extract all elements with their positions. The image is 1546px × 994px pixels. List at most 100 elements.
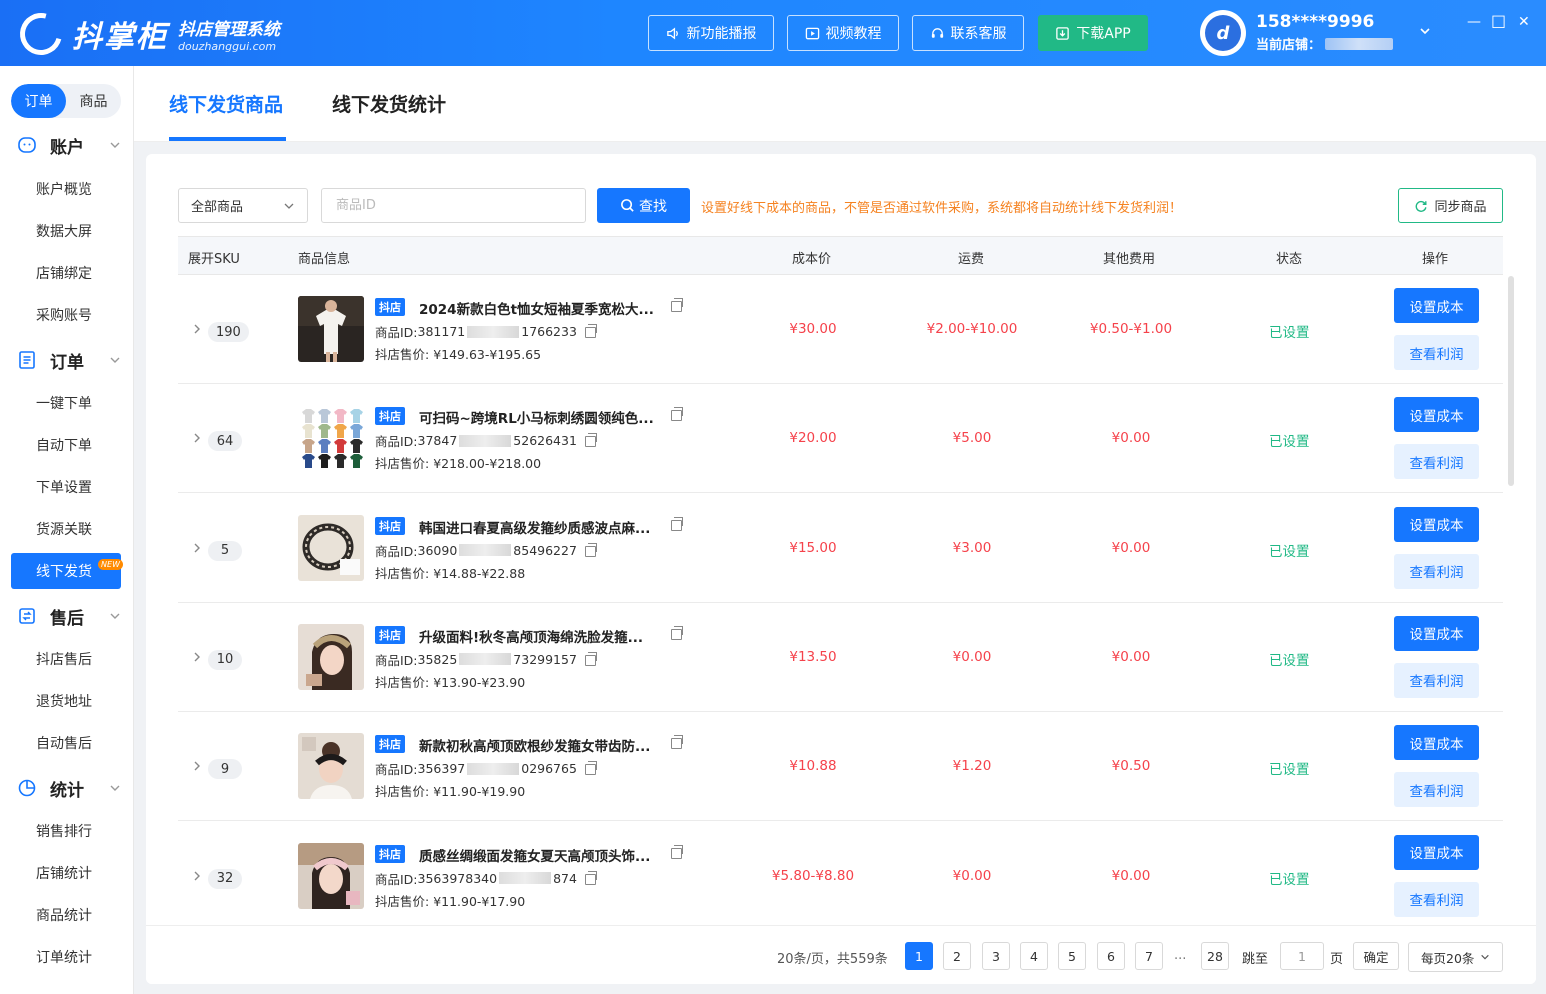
- set-cost-button[interactable]: 设置成本: [1394, 288, 1479, 323]
- product-filter-select[interactable]: 全部商品: [178, 188, 308, 223]
- set-cost-button[interactable]: 设置成本: [1394, 725, 1479, 761]
- sidebar-item-return-address[interactable]: 退货地址: [11, 683, 121, 719]
- sidebar-item-order-stats[interactable]: 订单统计: [11, 939, 121, 975]
- sidebar-item-account-overview[interactable]: 账户概览: [11, 171, 121, 207]
- product-title[interactable]: 新款初秋高颅顶欧根纱发箍女带齿防...: [419, 735, 662, 755]
- product-thumbnail[interactable]: [298, 842, 364, 909]
- page-2-button[interactable]: 2: [943, 942, 971, 970]
- close-icon[interactable]: ✕: [1518, 14, 1530, 30]
- copy-title-icon[interactable]: [671, 625, 683, 640]
- sidebar-item-data-screen[interactable]: 数据大屏: [11, 213, 121, 249]
- copy-id-icon[interactable]: [584, 651, 597, 666]
- avatar[interactable]: d: [1200, 10, 1246, 56]
- copy-title-icon[interactable]: [671, 844, 683, 859]
- chevron-down-icon: [1481, 954, 1490, 960]
- set-cost-button[interactable]: 设置成本: [1394, 397, 1479, 433]
- product-id: 商品ID: 3563978340 874: [375, 869, 597, 888]
- page-3-button[interactable]: 3: [982, 942, 1010, 970]
- view-profit-button[interactable]: 查看利润: [1394, 881, 1479, 917]
- sidebar-group-stats[interactable]: 统计: [0, 773, 134, 803]
- product-title[interactable]: 升级面料!秋冬高颅顶海绵洗脸发箍...: [419, 626, 662, 646]
- product-thumbnail[interactable]: [298, 514, 364, 581]
- product-thumbnail[interactable]: [298, 733, 364, 800]
- copy-id-icon[interactable]: [584, 542, 597, 557]
- product-title[interactable]: 质感丝绸缎面发箍女夏天高颅顶头饰...: [419, 845, 662, 865]
- chevron-right-icon[interactable]: [191, 432, 203, 444]
- view-profit-button[interactable]: 查看利润: [1394, 335, 1479, 370]
- sidebar-group-orders[interactable]: 订单: [0, 345, 134, 375]
- product-id-input[interactable]: [321, 188, 586, 223]
- chevron-right-icon[interactable]: [191, 760, 203, 772]
- search-button[interactable]: 查找: [597, 188, 690, 223]
- stats-icon: [18, 779, 36, 797]
- product-thumbnail[interactable]: [298, 296, 364, 362]
- view-profit-button[interactable]: 查看利润: [1394, 444, 1479, 480]
- jump-confirm-button[interactable]: 确定: [1353, 942, 1399, 970]
- sidebar-group-aftersale[interactable]: 售后: [0, 601, 134, 631]
- video-tutorial-button[interactable]: 视频教程: [787, 15, 899, 51]
- tab-offline-products[interactable]: 线下发货商品: [169, 90, 283, 117]
- speaker-icon: [666, 27, 678, 39]
- chevron-down-icon: [110, 785, 120, 791]
- set-cost-button[interactable]: 设置成本: [1394, 506, 1479, 542]
- copy-title-icon[interactable]: [671, 298, 683, 312]
- sidebar-item-source-link[interactable]: 货源关联: [11, 511, 121, 547]
- sidebar-item-one-click-order[interactable]: 一键下单: [11, 385, 121, 421]
- chevron-right-icon[interactable]: [191, 651, 203, 663]
- page-28-button[interactable]: 28: [1201, 942, 1229, 970]
- copy-id-icon[interactable]: [584, 433, 597, 448]
- new-features-button[interactable]: 新功能播报: [648, 15, 774, 51]
- sidebar-item-order-settings[interactable]: 下单设置: [11, 469, 121, 505]
- chevron-right-icon[interactable]: [191, 323, 203, 335]
- download-app-button[interactable]: 下载APP: [1038, 15, 1148, 51]
- table-row: 9 抖店 新款初秋高颅顶欧根纱发箍女带齿防... 商品ID: 356397 029…: [178, 712, 1503, 822]
- page-6-button[interactable]: 6: [1097, 942, 1125, 970]
- per-page-select[interactable]: 每页20条: [1408, 942, 1503, 972]
- copy-title-icon[interactable]: [671, 516, 683, 531]
- sidebar-item-shop-binding[interactable]: 店铺绑定: [11, 255, 121, 291]
- other-fees: ¥0.00: [1111, 430, 1151, 447]
- maximize-icon[interactable]: □: [1491, 11, 1506, 30]
- set-cost-button[interactable]: 设置成本: [1394, 834, 1479, 870]
- copy-id-icon[interactable]: [584, 870, 597, 885]
- chevron-right-icon[interactable]: [191, 542, 203, 554]
- view-profit-button[interactable]: 查看利润: [1394, 772, 1479, 808]
- sidebar-item-auto-aftersale[interactable]: 自动售后: [11, 725, 121, 761]
- product-title[interactable]: 韩国进口春夏高级发箍纱质感波点麻...: [419, 517, 662, 537]
- chevron-right-icon[interactable]: [191, 870, 203, 882]
- table-scrollbar[interactable]: [1508, 276, 1514, 486]
- set-cost-button[interactable]: 设置成本: [1394, 615, 1479, 651]
- jump-page-input[interactable]: [1280, 942, 1324, 970]
- copy-title-icon[interactable]: [671, 407, 683, 422]
- switch-products[interactable]: 商品: [66, 84, 121, 118]
- product-id: 商品ID: 35825 73299157: [375, 650, 597, 669]
- sidebar-item-purchase-account[interactable]: 采购账号: [11, 297, 121, 333]
- page-7-button[interactable]: 7: [1135, 942, 1163, 970]
- chevron-down-icon[interactable]: [1418, 24, 1432, 38]
- product-thumbnail[interactable]: [298, 623, 364, 690]
- sidebar-group-account[interactable]: 账户: [0, 130, 134, 160]
- sidebar-item-sales-ranking[interactable]: 销售排行: [11, 813, 121, 849]
- page-5-button[interactable]: 5: [1058, 942, 1086, 970]
- sidebar-item-shop-stats[interactable]: 店铺统计: [11, 855, 121, 891]
- tab-offline-stats[interactable]: 线下发货统计: [332, 90, 446, 117]
- product-thumbnail[interactable]: [298, 405, 364, 472]
- view-profit-button[interactable]: 查看利润: [1394, 662, 1479, 698]
- sidebar-item-auto-order[interactable]: 自动下单: [11, 427, 121, 463]
- page-4-button[interactable]: 4: [1020, 942, 1048, 970]
- copy-id-icon[interactable]: [584, 761, 597, 776]
- product-title[interactable]: 可扫码~跨境RL小马标刺绣圆领纯色...: [419, 407, 662, 427]
- switch-orders[interactable]: 订单: [11, 84, 66, 118]
- sidebar-item-shop-aftersale[interactable]: 抖店售后: [11, 641, 121, 677]
- product-title[interactable]: 2024新款白色t恤女短袖夏季宽松大...: [419, 298, 662, 318]
- minimize-icon[interactable]: —: [1467, 14, 1481, 30]
- view-profit-button[interactable]: 查看利润: [1394, 553, 1479, 589]
- customer-service-button[interactable]: 联系客服: [912, 15, 1024, 51]
- top-bar: 抖掌柜 抖店管理系统 douzhanggui.com 新功能播报 视频教程 联系…: [0, 0, 1546, 66]
- sidebar-item-product-stats[interactable]: 商品统计: [11, 897, 121, 933]
- page-1-button[interactable]: 1: [905, 942, 933, 970]
- copy-title-icon[interactable]: [671, 735, 683, 750]
- sync-products-button[interactable]: 同步商品: [1398, 188, 1503, 223]
- copy-id-icon[interactable]: [584, 324, 597, 338]
- sidebar-item-offline-shipping[interactable]: 线下发货 NEW: [11, 553, 123, 589]
